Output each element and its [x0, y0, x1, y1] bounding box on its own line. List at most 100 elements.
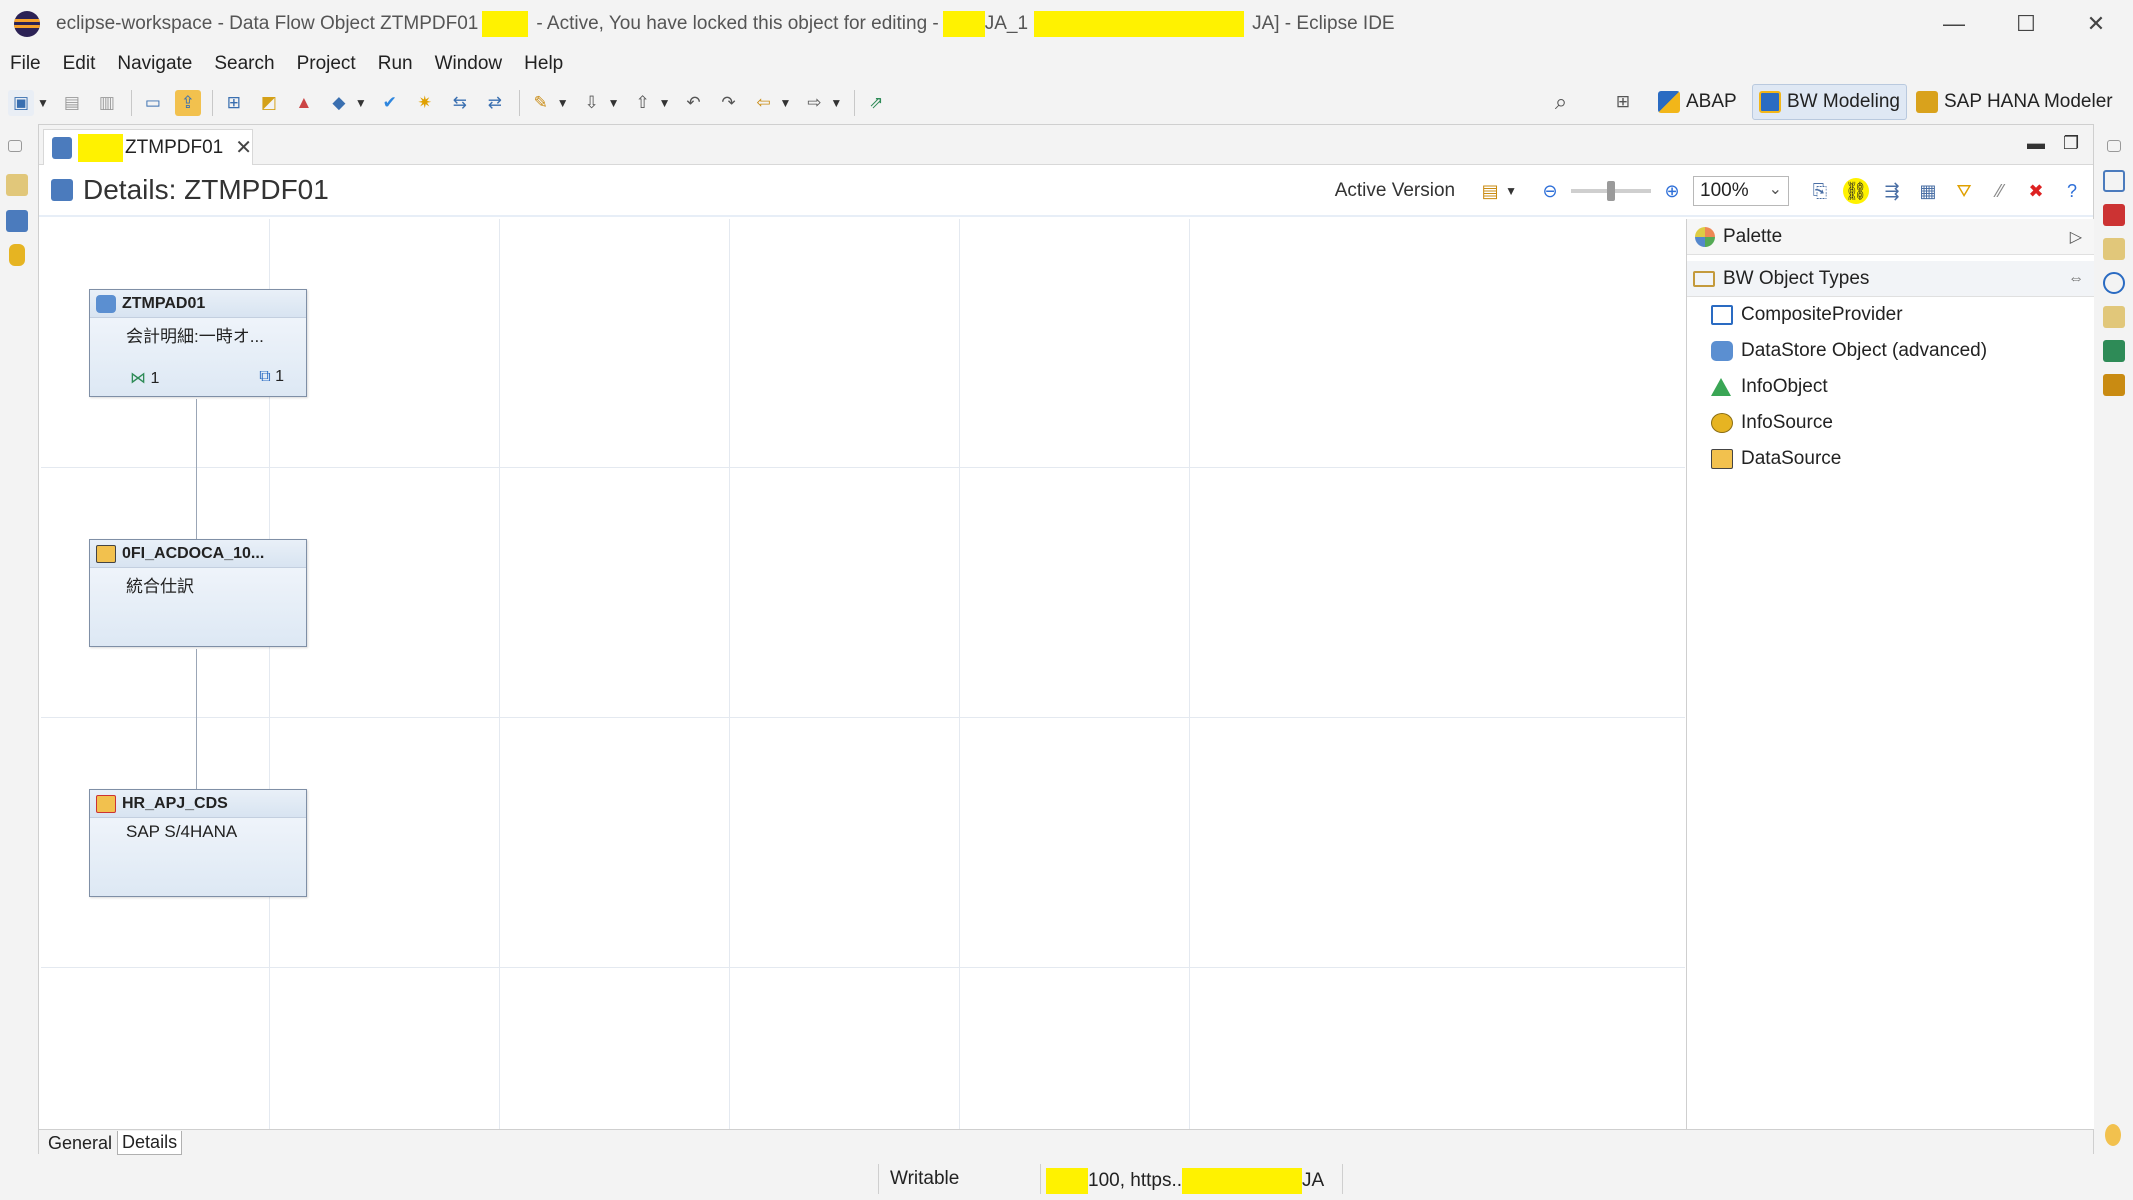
project-explorer-icon[interactable] [6, 174, 28, 196]
save-icon[interactable]: ▤ [59, 90, 85, 116]
debug-dropdown-icon[interactable]: ▼ [355, 96, 367, 110]
pencil-dropdown-icon[interactable]: ▼ [557, 96, 569, 110]
palette-item-infoobject[interactable]: InfoObject [1687, 369, 2094, 405]
check-icon[interactable]: ✔ [377, 90, 403, 116]
menu-project[interactable]: Project [297, 53, 356, 75]
node-0fi-acdoca[interactable]: 0FI_ACDOCA_10... 統合仕訳 [89, 539, 307, 647]
debug-icon[interactable]: ◆ [326, 90, 352, 116]
hierarchy-icon[interactable]: ⊞ [221, 90, 247, 116]
collapse-palette-icon[interactable]: ▷ [2070, 227, 2082, 247]
next-annotation-dropdown-icon[interactable]: ▼ [608, 96, 620, 110]
zoom-in-icon[interactable]: ⊕ [1659, 178, 1685, 204]
open-perspective-icon[interactable]: ⊞ [1610, 89, 1636, 115]
menu-run[interactable]: Run [378, 53, 413, 75]
link-icon[interactable]: ⛓ [1843, 178, 1869, 204]
close-tab-icon[interactable]: ✕ [235, 135, 252, 160]
last-edit-icon[interactable]: ↶ [680, 90, 706, 116]
help-icon[interactable]: ? [2059, 178, 2085, 204]
console-icon[interactable] [2103, 340, 2125, 362]
build-icon[interactable]: ▲ [291, 90, 317, 116]
drawer-label: BW Object Types [1723, 267, 1870, 289]
grid-icon[interactable]: ▦ [1915, 178, 1941, 204]
node-header: HR_APJ_CDS [90, 790, 306, 818]
problems-icon[interactable] [2103, 204, 2125, 226]
pencil-icon[interactable]: ✎ [528, 90, 554, 116]
perspective-abap[interactable]: ABAP [1652, 84, 1743, 120]
forward-edit-icon[interactable]: ↷ [715, 90, 741, 116]
search-icon[interactable]: ⌕ [1548, 89, 1574, 115]
save-all-icon[interactable]: ▥ [94, 90, 120, 116]
outline-icon[interactable] [6, 210, 28, 232]
close-window-button[interactable]: ✕ [2060, 0, 2132, 48]
layout-icon[interactable]: ⇶ [1879, 178, 1905, 204]
connection-line[interactable] [196, 649, 197, 789]
forward-icon[interactable]: ⇨ [801, 90, 827, 116]
editor-tab-ztmpdf01[interactable]: ZTMPDF01 ✕ [43, 129, 253, 165]
database-icon[interactable] [9, 244, 25, 266]
connection-line[interactable] [196, 399, 197, 539]
perspective-hana-modeler[interactable]: SAP HANA Modeler [1910, 84, 2119, 120]
transformation-icon: ⋈ [130, 370, 146, 387]
maximize-button[interactable]: ☐ [1990, 0, 2062, 48]
minimize-button[interactable]: — [1918, 0, 1990, 48]
inbound-transformation[interactable]: ⋈ 1 [130, 368, 159, 388]
zoom-select[interactable]: 100% ⌄ [1693, 176, 1789, 206]
menu-help[interactable]: Help [524, 53, 563, 75]
next-annotation-icon[interactable]: ⇩ [579, 90, 605, 116]
transport-icon[interactable]: ◩ [256, 90, 282, 116]
prev-annotation-dropdown-icon[interactable]: ▼ [659, 96, 671, 110]
open-object-icon[interactable]: ⇪ [174, 90, 201, 116]
external-link-icon[interactable]: ⇗ [863, 90, 889, 116]
new-dropdown-icon[interactable]: ▼ [37, 96, 49, 110]
maximize-editor-icon[interactable]: ❐ [2063, 133, 2079, 154]
search-view-icon[interactable] [2103, 272, 2125, 294]
menu-search[interactable]: Search [214, 53, 274, 75]
new-icon[interactable]: ▣ [8, 90, 34, 116]
back-dropdown-icon[interactable]: ▼ [779, 96, 791, 110]
filter-icon[interactable]: ⛛ [1951, 178, 1977, 204]
outbound-dtp[interactable]: ⧉ 1 [259, 368, 284, 388]
node-ztmpad01[interactable]: ZTMPAD01 会計明細:一時オ... ⋈ 1 ⧉ 1 [89, 289, 307, 397]
version-dropdown-icon[interactable]: ▼ [1505, 184, 1517, 198]
transfer-icon[interactable]: ⇆ [447, 90, 473, 116]
palette-drawer-bw-object-types[interactable]: BW Object Types ⇔ [1687, 261, 2094, 297]
palette-item-datasource[interactable]: DataSource [1687, 441, 2094, 477]
palette-header[interactable]: Palette ▷ [1687, 219, 2094, 255]
palette-item-infosource[interactable]: InfoSource [1687, 405, 2094, 441]
version-icon[interactable]: ▤ [1477, 178, 1503, 204]
zoom-out-icon[interactable]: ⊖ [1537, 178, 1563, 204]
compare-icon[interactable]: ⇄ [482, 90, 508, 116]
minimize-editor-icon[interactable]: ▬ [2027, 133, 2045, 154]
menu-navigate[interactable]: Navigate [117, 53, 192, 75]
connection-icon[interactable]: ⁄⁄ [1987, 178, 2013, 204]
menu-file[interactable]: File [10, 53, 41, 75]
tip-lightbulb-icon[interactable] [2105, 1124, 2121, 1146]
pin-drawer-icon[interactable]: ⇔ [2068, 270, 2084, 288]
history-icon[interactable] [2103, 238, 2125, 260]
data-flow-canvas[interactable]: ZTMPAD01 会計明細:一時オ... ⋈ 1 ⧉ 1 0FI_ACDOCA_… [41, 219, 1685, 1129]
menu-edit[interactable]: Edit [63, 53, 96, 75]
restore-icon[interactable] [2107, 140, 2121, 152]
bookmarks-icon[interactable] [2103, 374, 2125, 396]
node-hr-apj-cds[interactable]: HR_APJ_CDS SAP S/4HANA [89, 789, 307, 897]
delete-icon[interactable]: ✖ [2023, 178, 2049, 204]
restore-icon[interactable] [8, 140, 22, 152]
transport-organizer-icon[interactable] [2103, 306, 2125, 328]
back-icon[interactable]: ⇦ [750, 90, 776, 116]
node-footer: ⋈ 1 ⧉ 1 [90, 368, 306, 388]
forward-dropdown-icon[interactable]: ▼ [830, 96, 842, 110]
editor-tab-strip: ZTMPDF01 ✕ ▬ ❐ [39, 125, 2093, 165]
datasource-icon [96, 544, 116, 563]
prev-annotation-icon[interactable]: ⇧ [630, 90, 656, 116]
terminal-icon[interactable]: ▭ [140, 90, 166, 116]
palette-item-datastore-object[interactable]: DataStore Object (advanced) [1687, 333, 2094, 369]
menu-window[interactable]: Window [435, 53, 503, 75]
zoom-slider[interactable] [1571, 181, 1651, 201]
palette-item-compositeprovider[interactable]: CompositeProvider [1687, 297, 2094, 333]
page-tab-general[interactable]: General [43, 1131, 117, 1155]
properties-icon[interactable] [2103, 170, 2125, 192]
perspective-bw-modeling[interactable]: BW Modeling [1752, 84, 1907, 120]
export-icon[interactable]: ⎘ [1807, 178, 1833, 204]
page-tab-details[interactable]: Details [117, 1131, 183, 1155]
activate-icon[interactable]: ✷ [412, 90, 438, 116]
